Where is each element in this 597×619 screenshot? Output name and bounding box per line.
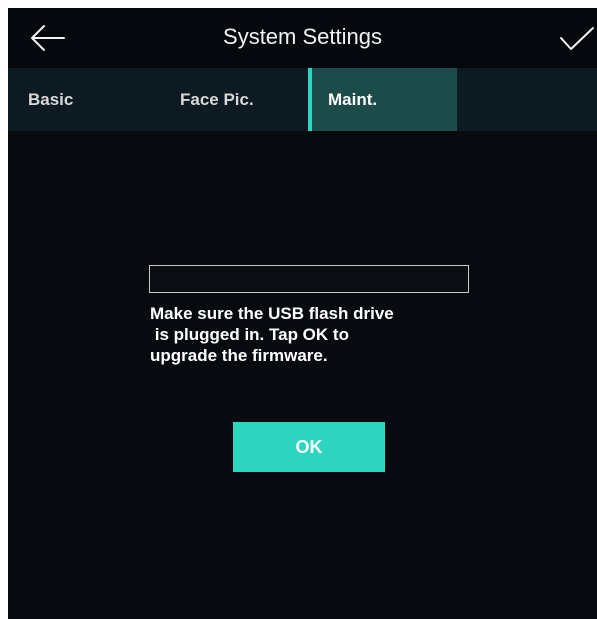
- device-screen: System Settings Basic Face Pic. Maint. M…: [8, 8, 597, 619]
- active-tab-indicator: [308, 68, 312, 131]
- upgrade-instructions: Make sure the USB flash drive is plugged…: [150, 304, 394, 365]
- page-title: System Settings: [223, 24, 382, 49]
- upgrade-progress-bar: [149, 265, 469, 293]
- tab-face-pic[interactable]: Face Pic.: [180, 68, 300, 131]
- header-bar: System Settings: [8, 8, 597, 68]
- tab-bar: Basic Face Pic. Maint.: [8, 68, 597, 131]
- ok-button-label: OK: [295, 436, 323, 457]
- tab-maint[interactable]: Maint.: [308, 68, 457, 131]
- tab-label: Basic: [28, 90, 74, 109]
- tab-label: Face Pic.: [180, 90, 254, 109]
- ok-button[interactable]: OK: [233, 422, 385, 472]
- confirm-button[interactable]: [559, 26, 595, 52]
- checkmark-icon: [560, 27, 594, 50]
- tab-label: Maint.: [328, 90, 378, 109]
- tab-basic[interactable]: Basic: [28, 68, 148, 131]
